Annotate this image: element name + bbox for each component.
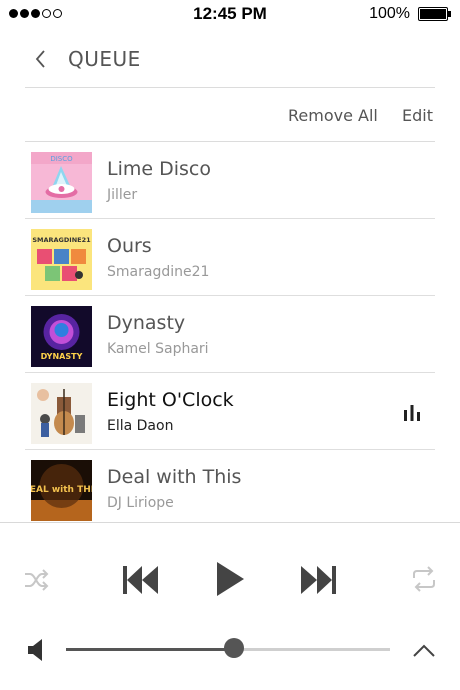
artist-name: Jiller [107,187,138,203]
volume-icon[interactable] [27,638,47,662]
shuffle-icon[interactable] [23,568,49,592]
artist-name: Kamel Saphari [107,341,209,357]
queue-item[interactable]: DYNASTY Dynasty Kamel Saphari [25,296,435,373]
album-art-text: DISCO [50,155,73,163]
album-art: SMARAGDINE21 [31,229,92,290]
queue-item-now-playing[interactable]: Eight O'Clock Ella Daon [25,373,435,450]
queue-item[interactable]: SMARAGDINE21 Ours Smaragdine21 [25,219,435,296]
song-title: Eight O'Clock [107,389,234,411]
song-title: Ours [107,235,152,257]
repeat-icon[interactable] [410,566,438,592]
album-art-text: DYNASTY [41,352,83,361]
artist-name: DJ Liriope [107,495,174,511]
play-icon[interactable] [214,560,246,598]
album-art: DEAL with THIS [31,460,92,521]
chevron-up-icon[interactable] [412,642,436,658]
album-art-text: SMARAGDINE21 [32,236,91,244]
queue-header: QUEUE [0,30,460,88]
volume-slider-handle[interactable] [224,638,245,658]
artist-name: Ella Daon [107,418,174,434]
remove-all-button[interactable]: Remove All [288,106,378,125]
battery-icon [418,7,452,23]
status-bar: 12:45 PM 100% [0,0,460,30]
song-title: Deal with This [107,466,242,488]
volume-slider-fill [66,648,235,651]
page-title: QUEUE [68,47,141,71]
album-art: DISCO [31,152,92,213]
album-art [31,383,92,444]
previous-track-icon[interactable] [121,564,159,596]
queue-item[interactable]: DEAL with THIS Deal with This DJ Liriope [25,450,435,527]
album-art-text: DEAL with THIS [31,485,92,495]
battery-percentage: 100% [369,5,410,22]
chevron-left-icon [35,50,45,68]
next-track-icon[interactable] [300,564,338,596]
song-title: Dynasty [107,312,186,334]
album-art: DYNASTY [31,306,92,367]
edit-button[interactable]: Edit [402,106,433,125]
header-divider [25,87,435,88]
artist-name: Smaragdine21 [107,264,210,280]
queue-item[interactable]: DISCO Lime Disco Jiller [25,142,435,219]
back-button[interactable] [30,47,54,71]
player-divider [0,522,460,523]
equalizer-icon [404,405,420,421]
song-title: Lime Disco [107,158,211,180]
